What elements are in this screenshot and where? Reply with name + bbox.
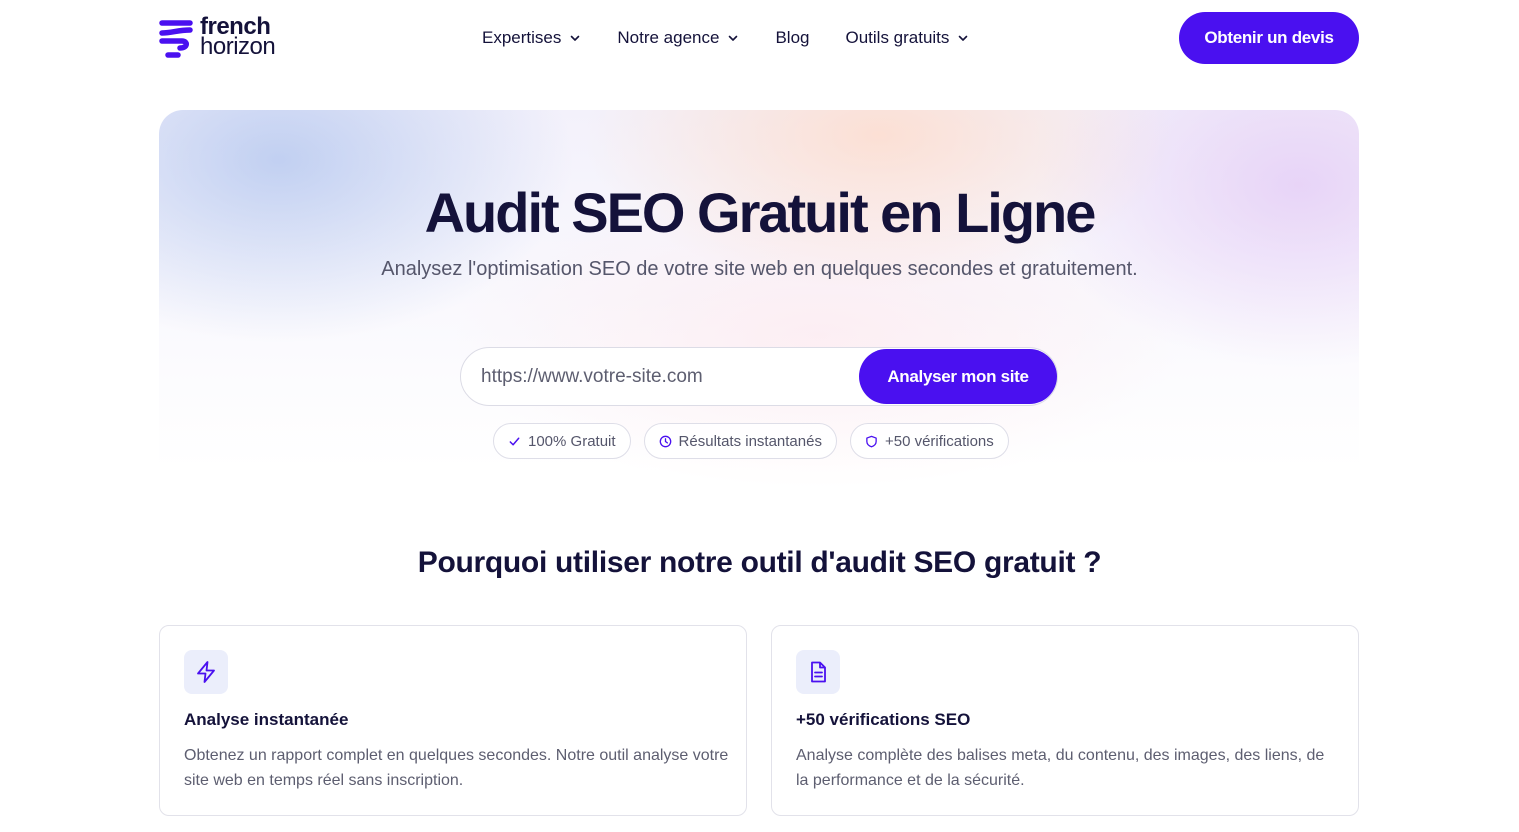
- hero-fade: [159, 450, 1359, 610]
- logo-text: french horizon: [200, 15, 276, 60]
- nav-item-blog[interactable]: Blog: [775, 28, 809, 48]
- analyze-site-button[interactable]: Analyser mon site: [859, 349, 1057, 404]
- chevron-down-icon: [571, 35, 580, 41]
- shield-icon: [866, 435, 877, 447]
- badge-label: +50 vérifications: [884, 432, 994, 450]
- logo-line-2: horizon: [200, 33, 276, 60]
- get-quote-button[interactable]: Obtenir un devis: [1179, 12, 1359, 64]
- logo[interactable]: french horizon: [158, 14, 276, 60]
- nav-item-label: Expertises: [482, 28, 562, 47]
- url-search-bar: Analyser mon site: [460, 347, 1058, 406]
- site-header: french horizon Expertises Notre agence B…: [0, 0, 1519, 78]
- card-icon-wrap: [796, 650, 840, 694]
- nav-item-label: Notre agence: [617, 28, 720, 47]
- card-text: Analyse complète des balises meta, du co…: [796, 747, 1325, 789]
- features-heading: Pourquoi utiliser notre outil d'audit SE…: [417, 546, 1102, 579]
- hero-subtitle: Analysez l'optimisation SEO de votre sit…: [381, 258, 1138, 280]
- main-nav: Expertises Notre agence Blog Outils grat…: [482, 26, 969, 50]
- clock-icon: [659, 435, 671, 447]
- card-icon-wrap: [184, 650, 228, 694]
- nav-item-expertises[interactable]: Expertises: [482, 28, 581, 48]
- feature-card-instant: Analyse instantanée Obtenez un rapport c…: [159, 625, 747, 816]
- french-horizon-logo-icon: [159, 20, 193, 58]
- card-title: Analyse instantanée: [184, 710, 349, 729]
- lightning-icon: [197, 661, 215, 683]
- badge-label: 100% Gratuit: [528, 432, 616, 450]
- badge-instant-results: Résultats instantanés: [643, 423, 837, 459]
- feature-card-checks: +50 vérifications SEO Analyse complète d…: [771, 625, 1359, 816]
- nav-item-label: Outils gratuits: [845, 28, 950, 47]
- badge-label: Résultats instantanés: [678, 432, 822, 450]
- nav-item-outils-gratuits[interactable]: Outils gratuits: [845, 28, 969, 48]
- nav-item-notre-agence[interactable]: Notre agence: [617, 28, 739, 48]
- badge-checks: +50 vérifications: [849, 423, 1009, 459]
- badge-free: 100% Gratuit: [493, 423, 631, 459]
- page-title: Audit SEO Gratuit en Ligne: [424, 181, 1097, 244]
- chevron-down-icon: [729, 35, 738, 41]
- url-input[interactable]: [481, 348, 851, 405]
- feature-badges: 100% Gratuit Résultats instantanés +50 v…: [493, 423, 1022, 459]
- chevron-down-icon: [959, 35, 968, 41]
- check-icon: [509, 437, 520, 445]
- card-text: Obtenez un rapport complet en quelques s…: [184, 747, 729, 789]
- document-icon: [811, 661, 826, 683]
- nav-item-label: Blog: [775, 28, 810, 47]
- card-title: +50 vérifications SEO: [796, 710, 971, 729]
